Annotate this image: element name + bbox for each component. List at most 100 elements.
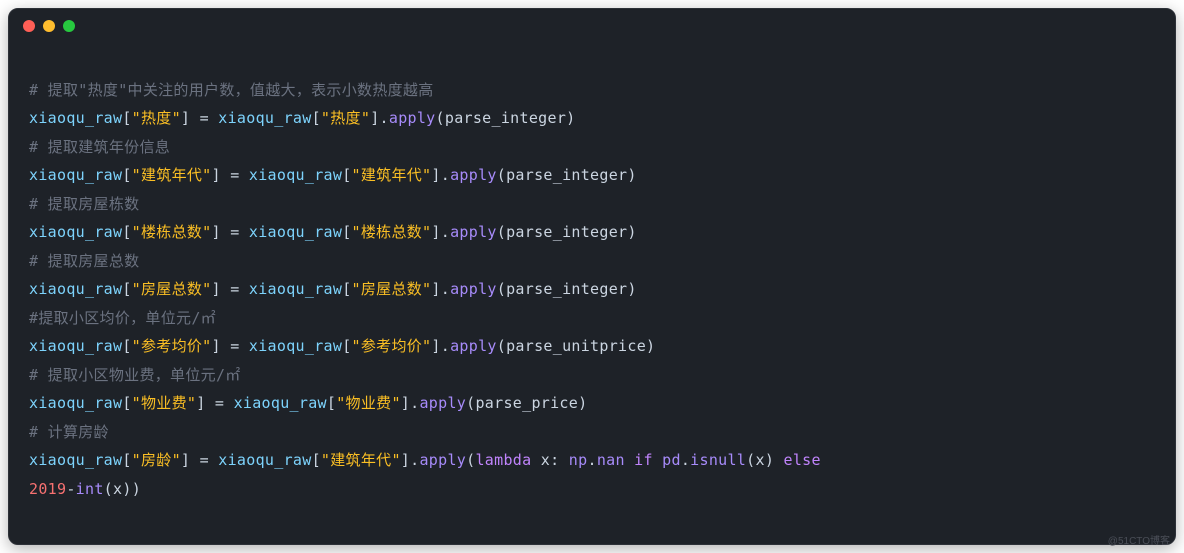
- code-token: (: [497, 280, 506, 298]
- code-token: "房屋总数": [352, 280, 432, 298]
- comment-line: # 提取建筑年份信息: [29, 138, 170, 156]
- code-token: [: [342, 223, 351, 241]
- code-token: isnull: [690, 451, 746, 469]
- code-token: [: [122, 337, 131, 355]
- code-token: =: [221, 280, 249, 298]
- code-token: (: [436, 109, 445, 127]
- code-token: xiaoqu_raw: [249, 280, 342, 298]
- code-token: ): [646, 337, 655, 355]
- code-token: ].: [370, 109, 389, 127]
- code-token: [: [122, 451, 131, 469]
- code-token: ]: [181, 109, 190, 127]
- code-token: apply: [419, 451, 466, 469]
- code-token: (: [746, 451, 755, 469]
- code-window: # 提取"热度"中关注的用户数，值越大，表示小数热度越高 xiaoqu_raw[…: [8, 8, 1176, 545]
- code-token: [: [122, 166, 131, 184]
- code-token: ].: [401, 451, 420, 469]
- code-token: 2019: [29, 480, 66, 498]
- code-token: ): [627, 280, 636, 298]
- code-token: "楼栋总数": [132, 223, 212, 241]
- code-token: .: [587, 451, 596, 469]
- code-token: x: [113, 480, 122, 498]
- code-token: xiaoqu_raw: [29, 223, 122, 241]
- code-token: parse_integer: [506, 223, 627, 241]
- code-token: "参考均价": [352, 337, 432, 355]
- code-token: ]: [212, 280, 221, 298]
- code-token: ): [627, 223, 636, 241]
- code-token: "物业费": [132, 394, 197, 412]
- code-token: xiaoqu_raw: [234, 394, 327, 412]
- code-token: ].: [431, 280, 450, 298]
- code-token: xiaoqu_raw: [218, 109, 311, 127]
- comment-line: # 提取"热度"中关注的用户数，值越大，表示小数热度越高: [29, 81, 434, 99]
- code-token: [: [312, 451, 321, 469]
- code-token: =: [221, 166, 249, 184]
- code-token: parse_price: [475, 394, 578, 412]
- code-token: np: [569, 451, 588, 469]
- comment-line: # 提取小区物业费，单位元/㎡: [29, 366, 241, 384]
- minimize-icon[interactable]: [43, 20, 55, 32]
- code-token: ].: [401, 394, 420, 412]
- code-token: parse_integer: [506, 166, 627, 184]
- code-token: =: [221, 337, 249, 355]
- code-token: ]: [212, 337, 221, 355]
- close-icon[interactable]: [23, 20, 35, 32]
- code-token: apply: [450, 223, 497, 241]
- code-token: ]: [196, 394, 205, 412]
- code-token: apply: [389, 109, 436, 127]
- comment-line: # 提取房屋栋数: [29, 195, 139, 213]
- code-token: "建筑年代": [352, 166, 432, 184]
- code-token: "热度": [132, 109, 181, 127]
- code-token: xiaoqu_raw: [249, 223, 342, 241]
- code-token: "参考均价": [132, 337, 212, 355]
- code-token: (: [497, 223, 506, 241]
- code-token: (: [497, 166, 506, 184]
- code-token: [: [342, 166, 351, 184]
- code-token: [: [122, 394, 131, 412]
- code-token: xiaoqu_raw: [29, 109, 122, 127]
- code-token: (: [497, 337, 506, 355]
- titlebar: [9, 9, 1175, 43]
- code-token: =: [221, 223, 249, 241]
- code-token: xiaoqu_raw: [29, 166, 122, 184]
- code-token: ].: [431, 337, 450, 355]
- code-token: "建筑年代": [132, 166, 212, 184]
- code-token: ): [765, 451, 774, 469]
- code-token: int: [76, 480, 104, 498]
- code-token: ]: [181, 451, 190, 469]
- code-token: xiaoqu_raw: [218, 451, 311, 469]
- code-token: "房屋总数": [132, 280, 212, 298]
- comment-line: # 提取房屋总数: [29, 252, 139, 270]
- code-token: xiaoqu_raw: [29, 280, 122, 298]
- code-token: pd: [662, 451, 681, 469]
- code-token: xiaoqu_raw: [249, 337, 342, 355]
- code-token: )): [122, 480, 141, 498]
- code-token: xiaoqu_raw: [29, 394, 122, 412]
- code-token: ]: [212, 223, 221, 241]
- watermark: @51CTO博客: [1108, 532, 1170, 547]
- maximize-icon[interactable]: [63, 20, 75, 32]
- code-token: if: [625, 451, 662, 469]
- code-token: =: [190, 109, 218, 127]
- code-token: "楼栋总数": [352, 223, 432, 241]
- code-token: xiaoqu_raw: [249, 166, 342, 184]
- code-token: lambda: [475, 451, 531, 469]
- code-token: parse_unitprice: [506, 337, 646, 355]
- code-token: apply: [450, 166, 497, 184]
- code-token: [: [122, 109, 131, 127]
- code-token: apply: [450, 280, 497, 298]
- code-token: (: [104, 480, 113, 498]
- code-token: [: [342, 280, 351, 298]
- code-token: "建筑年代": [321, 451, 401, 469]
- code-token: parse_integer: [506, 280, 627, 298]
- code-token: =: [206, 394, 234, 412]
- code-token: x: [756, 451, 765, 469]
- code-token: nan: [597, 451, 625, 469]
- code-token: ): [627, 166, 636, 184]
- code-token: ].: [431, 223, 450, 241]
- code-token: ].: [431, 166, 450, 184]
- code-token: apply: [450, 337, 497, 355]
- code-token: [: [312, 109, 321, 127]
- code-token: [: [122, 280, 131, 298]
- code-token: "房龄": [132, 451, 181, 469]
